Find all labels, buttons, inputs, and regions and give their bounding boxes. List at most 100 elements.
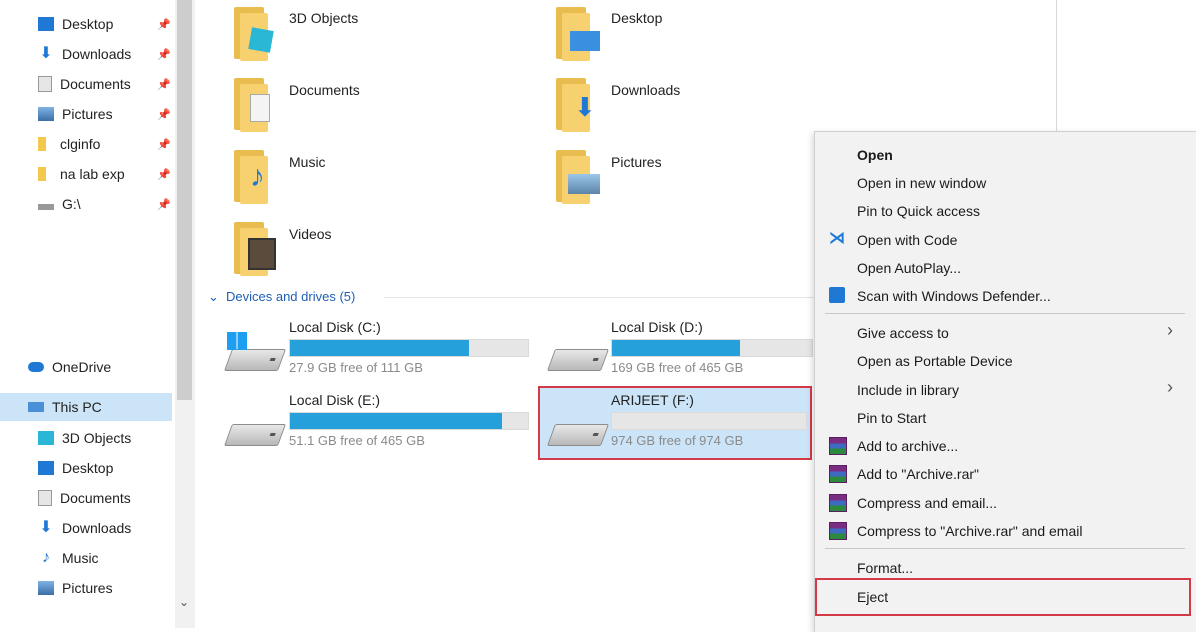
pin-icon: 📌: [157, 108, 171, 121]
menu-item-open-new-window[interactable]: Open in new window: [857, 175, 986, 191]
onedrive-icon: [28, 362, 44, 372]
drive-icon: [38, 204, 54, 210]
menu-item-give-access[interactable]: Give access to: [857, 325, 949, 341]
chevron-down-icon[interactable]: ⌄: [176, 594, 192, 610]
pin-icon: 📌: [157, 18, 171, 31]
drive-name[interactable]: Local Disk (E:): [289, 392, 380, 408]
desktop-icon: [38, 17, 54, 31]
folder-label[interactable]: Videos: [289, 226, 332, 242]
sidebar-item-pictures[interactable]: Pictures: [0, 574, 172, 602]
hard-drive-icon[interactable]: [546, 349, 610, 371]
windows-logo-icon: [227, 332, 247, 350]
menu-item-add-archive-rar[interactable]: Add to "Archive.rar": [857, 466, 979, 482]
menu-item-open-with-code[interactable]: Open with Code: [857, 232, 957, 248]
sidebar-scroll-thumb[interactable]: [177, 0, 192, 400]
menu-item-format[interactable]: Format...: [857, 560, 913, 576]
sidebar-item-label: Pictures: [62, 106, 113, 122]
downloads-folder-icon[interactable]: ⬇: [554, 76, 598, 134]
drive-name[interactable]: Local Disk (D:): [611, 319, 703, 335]
drive-usage-bar: [289, 339, 529, 357]
winrar-icon: [829, 437, 847, 455]
window-edge: [1056, 0, 1057, 131]
3d-objects-folder-icon[interactable]: [232, 5, 276, 63]
sidebar-item-label: na lab exp: [60, 166, 125, 182]
pin-icon: 📌: [157, 198, 171, 211]
folder-label[interactable]: Desktop: [611, 10, 662, 26]
menu-item-scan-defender[interactable]: Scan with Windows Defender...: [857, 288, 1051, 304]
devices-section-header[interactable]: Devices and drives (5): [226, 289, 355, 304]
drive-free-space: 27.9 GB free of 111 GB: [289, 360, 423, 375]
menu-item-add-archive[interactable]: Add to archive...: [857, 438, 958, 454]
pin-icon: 📌: [157, 168, 171, 181]
sidebar-item-label: G:\: [62, 196, 81, 212]
drive-usage-bar: [289, 412, 529, 430]
drive-usage-bar: [611, 412, 807, 430]
context-menu: Open Open in new window Pin to Quick acc…: [814, 131, 1196, 632]
sidebar-item-downloads[interactable]: ⬇ Downloads 📌: [0, 40, 172, 68]
folder-label[interactable]: Downloads: [611, 82, 680, 98]
section-divider: [384, 297, 814, 298]
sidebar-item-na-lab-exp[interactable]: na lab exp 📌: [0, 160, 172, 188]
folder-label[interactable]: Pictures: [611, 154, 662, 170]
sidebar-item-label: Documents: [60, 490, 131, 506]
sidebar-item-label: Documents: [60, 76, 131, 92]
drive-usage-fill: [290, 340, 469, 356]
hard-drive-icon[interactable]: [223, 349, 287, 371]
sidebar-item-label: Downloads: [62, 46, 132, 62]
desktop-icon: [38, 461, 54, 475]
sidebar-item-label: Downloads: [62, 520, 132, 536]
menu-item-open-autoplay[interactable]: Open AutoPlay...: [857, 260, 961, 276]
sidebar-item-label: 3D Objects: [62, 430, 132, 446]
sidebar-item-music[interactable]: ♪ Music: [0, 544, 172, 572]
pin-icon: 📌: [157, 48, 171, 61]
menu-item-open[interactable]: Open: [857, 147, 893, 163]
winrar-icon: [829, 494, 847, 512]
winrar-icon: [829, 465, 847, 483]
sidebar-item-3d-objects[interactable]: 3D Objects: [0, 424, 172, 452]
sidebar-item-desktop[interactable]: Desktop 📌: [0, 10, 172, 38]
drive-name[interactable]: Local Disk (C:): [289, 319, 381, 335]
sidebar-item-label: Music: [62, 550, 99, 566]
hard-drive-icon[interactable]: [223, 424, 287, 446]
menu-item-pin-quick-access[interactable]: Pin to Quick access: [857, 203, 980, 219]
pictures-folder-icon[interactable]: [554, 148, 600, 206]
documents-icon: [38, 490, 52, 506]
documents-folder-icon[interactable]: [232, 76, 276, 134]
downloads-icon: ⬇: [39, 519, 53, 536]
sidebar-item-g-drive[interactable]: G:\ 📌: [0, 190, 172, 218]
pin-icon: 📌: [157, 138, 171, 151]
videos-folder-icon[interactable]: [232, 220, 276, 278]
sidebar-item-label: Pictures: [62, 580, 113, 596]
folder-icon: [38, 167, 46, 181]
desktop-folder-icon[interactable]: [554, 5, 600, 63]
sidebar-item-desktop[interactable]: Desktop: [0, 454, 172, 482]
downloads-icon: ⬇: [39, 45, 53, 62]
drive-usage-bar: [611, 339, 813, 357]
menu-item-portable-device[interactable]: Open as Portable Device: [857, 353, 1013, 369]
menu-item-compress-email[interactable]: Compress and email...: [857, 495, 997, 511]
sidebar-item-onedrive[interactable]: OneDrive: [0, 353, 172, 381]
winrar-icon: [829, 522, 847, 540]
menu-item-compress-rar-email[interactable]: Compress to "Archive.rar" and email: [857, 523, 1082, 539]
folder-label[interactable]: 3D Objects: [289, 10, 358, 26]
chevron-down-icon[interactable]: ⌄: [208, 289, 219, 305]
menu-separator: [825, 548, 1185, 549]
sidebar-item-pictures[interactable]: Pictures 📌: [0, 100, 172, 128]
sidebar-item-downloads[interactable]: ⬇ Downloads: [0, 514, 172, 542]
folder-label[interactable]: Documents: [289, 82, 360, 98]
music-folder-icon[interactable]: ♪: [232, 148, 276, 206]
menu-item-eject[interactable]: Eject: [857, 589, 888, 605]
menu-item-pin-start[interactable]: Pin to Start: [857, 410, 926, 426]
sidebar-item-clginfo[interactable]: clginfo 📌: [0, 130, 172, 158]
menu-separator: [825, 313, 1185, 314]
drive-name[interactable]: ARIJEET (F:): [611, 392, 694, 408]
menu-item-include-library[interactable]: Include in library: [857, 382, 959, 398]
music-icon: ♪: [42, 549, 50, 566]
folder-label[interactable]: Music: [289, 154, 326, 170]
chevron-right-icon: ›: [1167, 320, 1173, 340]
drive-free-space: 974 GB free of 974 GB: [611, 433, 744, 448]
sidebar-item-documents[interactable]: Documents 📌: [0, 70, 172, 98]
hard-drive-icon[interactable]: [546, 424, 610, 446]
sidebar-item-documents[interactable]: Documents: [0, 484, 172, 512]
sidebar-item-this-pc[interactable]: This PC: [0, 393, 172, 421]
